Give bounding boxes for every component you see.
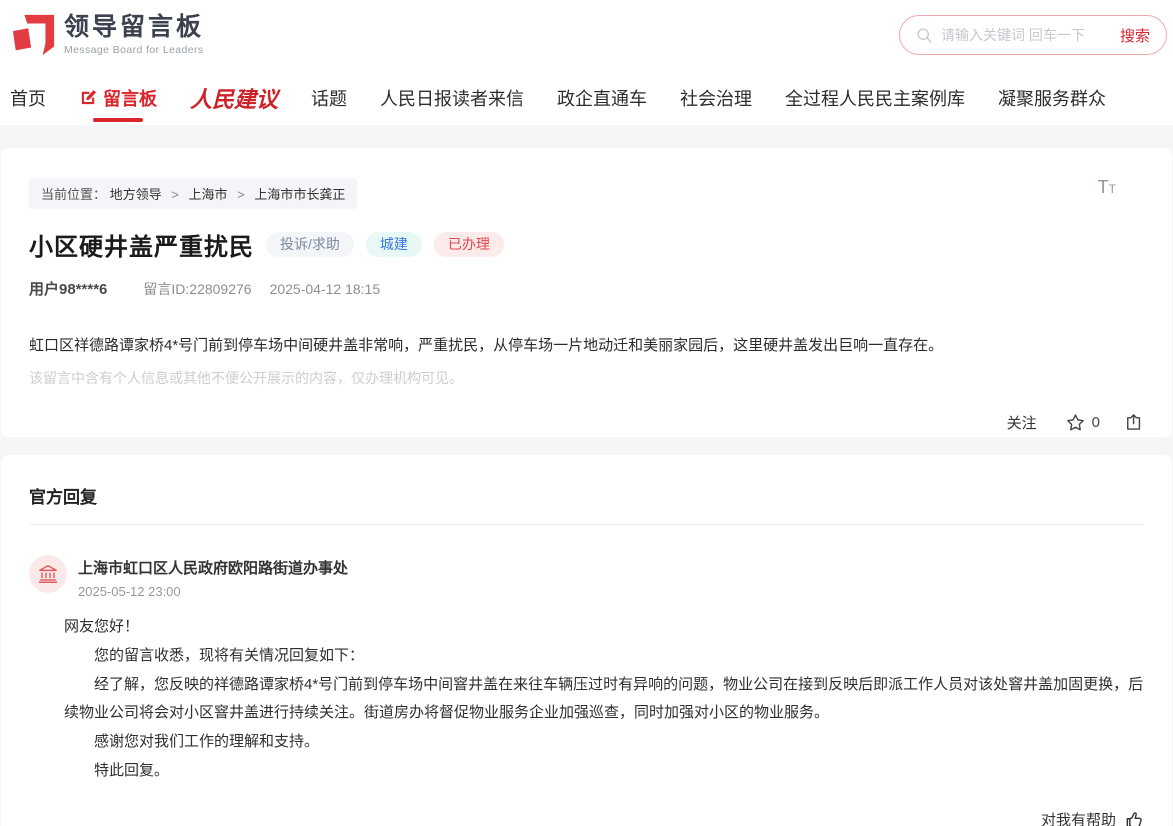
main-nav: 首页 留言板 人民建议 话题 人民日报读者来信 政企直通车 社会治理 全过程人民… (0, 70, 1173, 125)
post-action-row: 关注 0 (29, 412, 1144, 433)
logo-text: 领导留言板 Message Board for Leaders (64, 14, 204, 56)
nav-home[interactable]: 首页 (10, 85, 46, 111)
helpful-row: 对我有帮助 (29, 809, 1144, 826)
reply-paragraph: 感谢您对我们工作的理解和支持。 (64, 728, 1144, 756)
breadcrumb-separator: > (237, 187, 245, 202)
search-input[interactable] (941, 27, 1112, 43)
breadcrumb-item-shanghai[interactable]: 上海市 (189, 187, 228, 202)
site-header: 领导留言板 Message Board for Leaders 搜索 (0, 0, 1173, 70)
star-button[interactable]: 0 (1065, 412, 1100, 433)
government-building-icon (37, 563, 59, 585)
nav-gov-enterprise[interactable]: 政企直通车 (557, 85, 647, 111)
nav-democracy-cases[interactable]: 全过程人民民主案例库 (785, 85, 965, 111)
helpful-button[interactable]: 对我有帮助 (1041, 809, 1144, 826)
breadcrumb-separator: > (171, 187, 179, 202)
tag-category: 投诉/求助 (266, 232, 354, 257)
reply-header: 上海市虹口区人民政府欧阳路街道办事处 2025-05-12 23:00 (29, 555, 1144, 599)
nav-message-board-label: 留言板 (103, 85, 157, 111)
tag-domain: 城建 (366, 232, 422, 257)
page-body: 当前位置： 地方领导 > 上海市 > 上海市市长龚正 TT 小区硬井盖严重扰民 … (0, 125, 1173, 826)
reply-paragraph: 您的留言收悉，现将有关情况回复如下： (64, 642, 1144, 670)
logo-title: 领导留言板 (64, 14, 204, 42)
edit-icon (79, 88, 98, 107)
reply-paragraph: 经了解，您反映的祥德路谭家桥4*号门前到停车场中间窨井盖在来往车辆压过时有异响的… (64, 671, 1144, 727)
breadcrumb-prefix: 当前位置： (41, 187, 106, 202)
post-title: 小区硬井盖严重扰民 (29, 227, 254, 262)
tag-status: 已办理 (434, 232, 504, 257)
breadcrumb: 当前位置： 地方领导 > 上海市 > 上海市市长龚正 (29, 178, 357, 209)
post-message-id: 留言ID:22809276 (143, 279, 251, 299)
post-datetime: 2025-04-12 18:15 (270, 281, 381, 297)
reply-body: 网友您好！ 您的留言收悉，现将有关情况回复如下： 经了解，您反映的祥德路谭家桥4… (64, 613, 1144, 785)
post-content: 虹口区祥德路谭家桥4*号门前到停车场中间硬井盖非常响，严重扰民，从停车场一片地动… (29, 335, 1144, 358)
search-box: 搜索 (899, 15, 1167, 55)
nav-readers-letters[interactable]: 人民日报读者来信 (380, 85, 524, 111)
font-size-icon[interactable]: TT (1098, 178, 1116, 197)
divider (29, 524, 1144, 525)
reply-paragraph: 网友您好！ (64, 613, 1144, 641)
nav-message-board[interactable]: 留言板 (79, 85, 157, 111)
agency-avatar (29, 555, 67, 593)
share-button[interactable] (1124, 412, 1144, 432)
helpful-label: 对我有帮助 (1041, 809, 1116, 826)
reply-section-title: 官方回复 (29, 483, 1144, 508)
reply-card: 官方回复 上海市虹口区人民政府欧阳路街道办事处 2025-05-12 23:00 (1, 455, 1172, 826)
nav-peoples-suggestion[interactable]: 人民建议 (190, 82, 278, 114)
search-button[interactable]: 搜索 (1120, 25, 1150, 46)
reply-datetime: 2025-05-12 23:00 (78, 584, 348, 599)
logo-icon (10, 12, 56, 58)
reply-paragraph: 特此回复。 (64, 757, 1144, 785)
thumbs-up-icon (1124, 810, 1144, 826)
share-icon (1124, 412, 1144, 432)
post-card: 当前位置： 地方领导 > 上海市 > 上海市市长龚正 TT 小区硬井盖严重扰民 … (1, 148, 1172, 437)
nav-topics[interactable]: 话题 (311, 85, 347, 111)
breadcrumb-item-mayor[interactable]: 上海市市长龚正 (254, 187, 345, 202)
agency-name: 上海市虹口区人民政府欧阳路街道办事处 (78, 557, 348, 578)
star-icon (1065, 412, 1086, 433)
post-user: 用户98****6 (29, 278, 107, 299)
follow-button[interactable]: 关注 (1007, 412, 1037, 433)
search-icon (916, 27, 933, 44)
breadcrumb-item-local-leaders[interactable]: 地方领导 (110, 187, 162, 202)
nav-social-governance[interactable]: 社会治理 (680, 85, 752, 111)
logo-subtitle: Message Board for Leaders (64, 44, 204, 56)
star-count: 0 (1092, 414, 1100, 431)
privacy-note: 该留言中含有个人信息或其他不便公开展示的内容，仅办理机构可见。 (29, 368, 1144, 388)
nav-serve-masses[interactable]: 凝聚服务群众 (998, 85, 1106, 111)
site-logo[interactable]: 领导留言板 Message Board for Leaders (10, 12, 204, 58)
